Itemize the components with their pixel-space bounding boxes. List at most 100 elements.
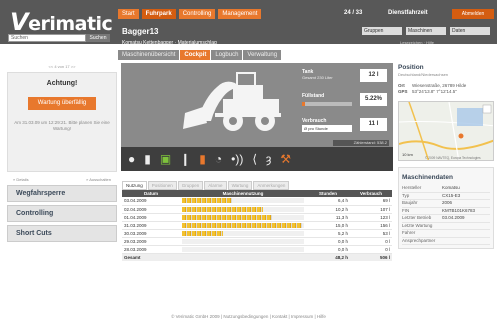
tab-notes[interactable]: Anmerkungen [253, 181, 290, 190]
logo-v: V [10, 8, 29, 36]
range-pager[interactable]: << 4 von 17 >> [7, 64, 117, 69]
row-consumption: 53 l [350, 229, 392, 238]
row-consumption: 123 l [350, 213, 392, 222]
row-date: 01.04.2009 [122, 213, 180, 222]
details-link[interactable]: » Details [13, 177, 29, 182]
consumption-value: 11 l [360, 118, 387, 131]
machine-data-rows: Hersteller Komatsu Typ CX15-E3 Baujahr 2006 FI… [402, 185, 490, 245]
col-consumption[interactable]: Verbrauch [350, 190, 392, 197]
light-icon[interactable]: ● [128, 153, 135, 165]
footer[interactable]: © Verimatic GmbH 2009 | Nutzungsbedingun… [0, 314, 497, 319]
row-consumption: 0 l [350, 237, 392, 246]
switch-off-link[interactable]: » Ausschalten [86, 177, 111, 182]
groups-select[interactable]: Gruppen [362, 27, 402, 35]
consumption-stat: Verbrauch Ø pro Stunde 11 l [302, 118, 387, 132]
col-date[interactable]: Datum [122, 190, 180, 197]
row-hours: 5,2 h [306, 229, 350, 238]
machine-data-value: CX15-E3 [442, 192, 461, 198]
machine-data-row: Ansprechpartner [402, 237, 490, 245]
temperature-icon[interactable]: ❙ [180, 153, 190, 165]
table-row: 03.04.2009 6,4 h 69 l [122, 197, 392, 206]
usage-bar [182, 198, 233, 204]
position-title: Position [398, 64, 424, 71]
map-scale: 10 km [402, 152, 413, 157]
total-bar [180, 253, 306, 261]
total-consumption: 506 l [350, 253, 392, 261]
tab-controlling[interactable]: Controlling [178, 9, 216, 19]
search-button[interactable]: Suchen [86, 34, 110, 42]
tab-management[interactable]: Management [218, 9, 262, 19]
service-icon[interactable]: ȝ [266, 153, 271, 165]
top-links[interactable]: Lesezeichen · Hilfe [400, 40, 434, 45]
sidebar-item-controlling[interactable]: Controlling [7, 205, 117, 222]
sidebar-item-immobilizer[interactable]: Wegfahrsperre [7, 185, 117, 202]
cockpit-panel: Tank Gesamt 230 Liter 12 l Füllstand 5.2… [121, 63, 393, 171]
usage-bar [182, 214, 273, 220]
machine-data-row: FIN KMTB101K6783 [402, 207, 490, 215]
tab-usage[interactable]: Nutzung [122, 181, 147, 190]
tab-positions[interactable]: Positionen [147, 181, 177, 190]
map-copyright: © 2009 NAVTEQ, Europa Technologies [425, 156, 481, 160]
counter-readout: Zählerstand: 538.2 [333, 140, 389, 146]
verimatic-logo[interactable]: Verimatic [10, 8, 113, 36]
machine-data-value: 2006 [442, 200, 453, 205]
row-hours: 11,3 h [306, 213, 350, 222]
machines-select[interactable]: Maschinen [406, 27, 446, 35]
search-input[interactable]: Suchen [8, 34, 86, 42]
table-row: 28.03.2009 0,0 h0 l [122, 245, 392, 254]
battery-icon[interactable]: ▣ [160, 153, 171, 165]
page-count: 24 / 33 [344, 10, 363, 16]
row-usage [180, 221, 306, 230]
subtab-administration[interactable]: Verwaltung [243, 50, 282, 60]
subtab-cockpit[interactable]: Cockpit [180, 50, 211, 60]
signal-icon[interactable]: •)) [231, 153, 243, 165]
usage-bar-track [182, 246, 304, 252]
clock-icon[interactable]: ◔ [215, 153, 222, 165]
gps-value: 53°24'13.8" 7°12'14.5" [412, 89, 457, 94]
usage-bar-track [182, 206, 304, 212]
row-date: 30.03.2009 [122, 229, 180, 238]
machine-data-value: KMTB101K6783 [442, 207, 476, 213]
usage-bar-track [182, 222, 304, 228]
row-date: 02.04.2009 [122, 205, 180, 214]
tab-alarms[interactable]: Alarme [204, 181, 227, 190]
col-hours[interactable]: Stunden [306, 190, 350, 197]
subtab-logbook[interactable]: Logbuch [211, 50, 243, 60]
usage-bar [182, 206, 263, 212]
tab-maintenance[interactable]: Wartung [227, 181, 253, 190]
usage-bar-track [182, 214, 304, 220]
row-date: 31.03.2009 [122, 221, 180, 230]
machine-data-key: Letzte Wartung [402, 222, 433, 228]
fuel-icon[interactable]: ▮ [199, 153, 206, 165]
machine-data-key: Ansprechpartner [402, 237, 436, 243]
subtab-machine-overview[interactable]: Maschinenübersicht [118, 50, 180, 60]
usage-bar-track [182, 198, 304, 204]
row-hours: 0,0 h [306, 237, 350, 246]
logo-text: erimatic [28, 13, 113, 35]
alert-box: Achtung! Wartung überfällig Am 31.03.09 … [7, 72, 117, 172]
data-select[interactable]: Daten [450, 27, 490, 35]
machine-subtitle: Komatsu Kettenbagger · Materialumschlag [122, 40, 217, 46]
left-sidebar: << 4 von 17 >> Achtung! Wartung überfäll… [7, 64, 117, 242]
gps-key: GPS [398, 89, 408, 94]
machine-data-box: Maschinendaten Hersteller Komatsu Typ CX15-… [398, 167, 494, 249]
usage-tabs: Nutzung Positionen Gruppen Alarme Wartun… [122, 181, 290, 190]
row-consumption: 107 l [350, 205, 392, 214]
inbox-label[interactable]: Dienstfahrzeit [388, 10, 428, 16]
door-icon[interactable]: ▮ [144, 153, 151, 165]
row-hours: 0,0 h [306, 245, 350, 254]
table-row: 30.03.2009 5,2 h 53 l [122, 229, 392, 238]
machine-data-row: Letzte Wartung [402, 222, 490, 230]
wrench-icon[interactable]: ⚒ [280, 153, 291, 165]
tab-groups[interactable]: Gruppen [177, 181, 204, 190]
machine-data-key: Baujahr [402, 200, 418, 205]
maintenance-overdue-button[interactable]: Wartung überfällig [28, 97, 96, 110]
location-map[interactable]: 10 km © 2009 NAVTEQ, Europa Technologies [398, 101, 494, 161]
sidebar-item-shortcuts[interactable]: Short Cuts [7, 225, 117, 242]
logout-button[interactable]: Abmelden [452, 9, 494, 19]
horn-icon[interactable]: ⟨ [252, 153, 257, 165]
col-usage[interactable]: Maschinennutzung [180, 190, 306, 197]
tab-start[interactable]: Start [118, 9, 139, 19]
consumption-period-select[interactable]: Ø pro Stunde [302, 125, 352, 132]
tab-fuhrpark[interactable]: Fuhrpark [141, 9, 176, 19]
